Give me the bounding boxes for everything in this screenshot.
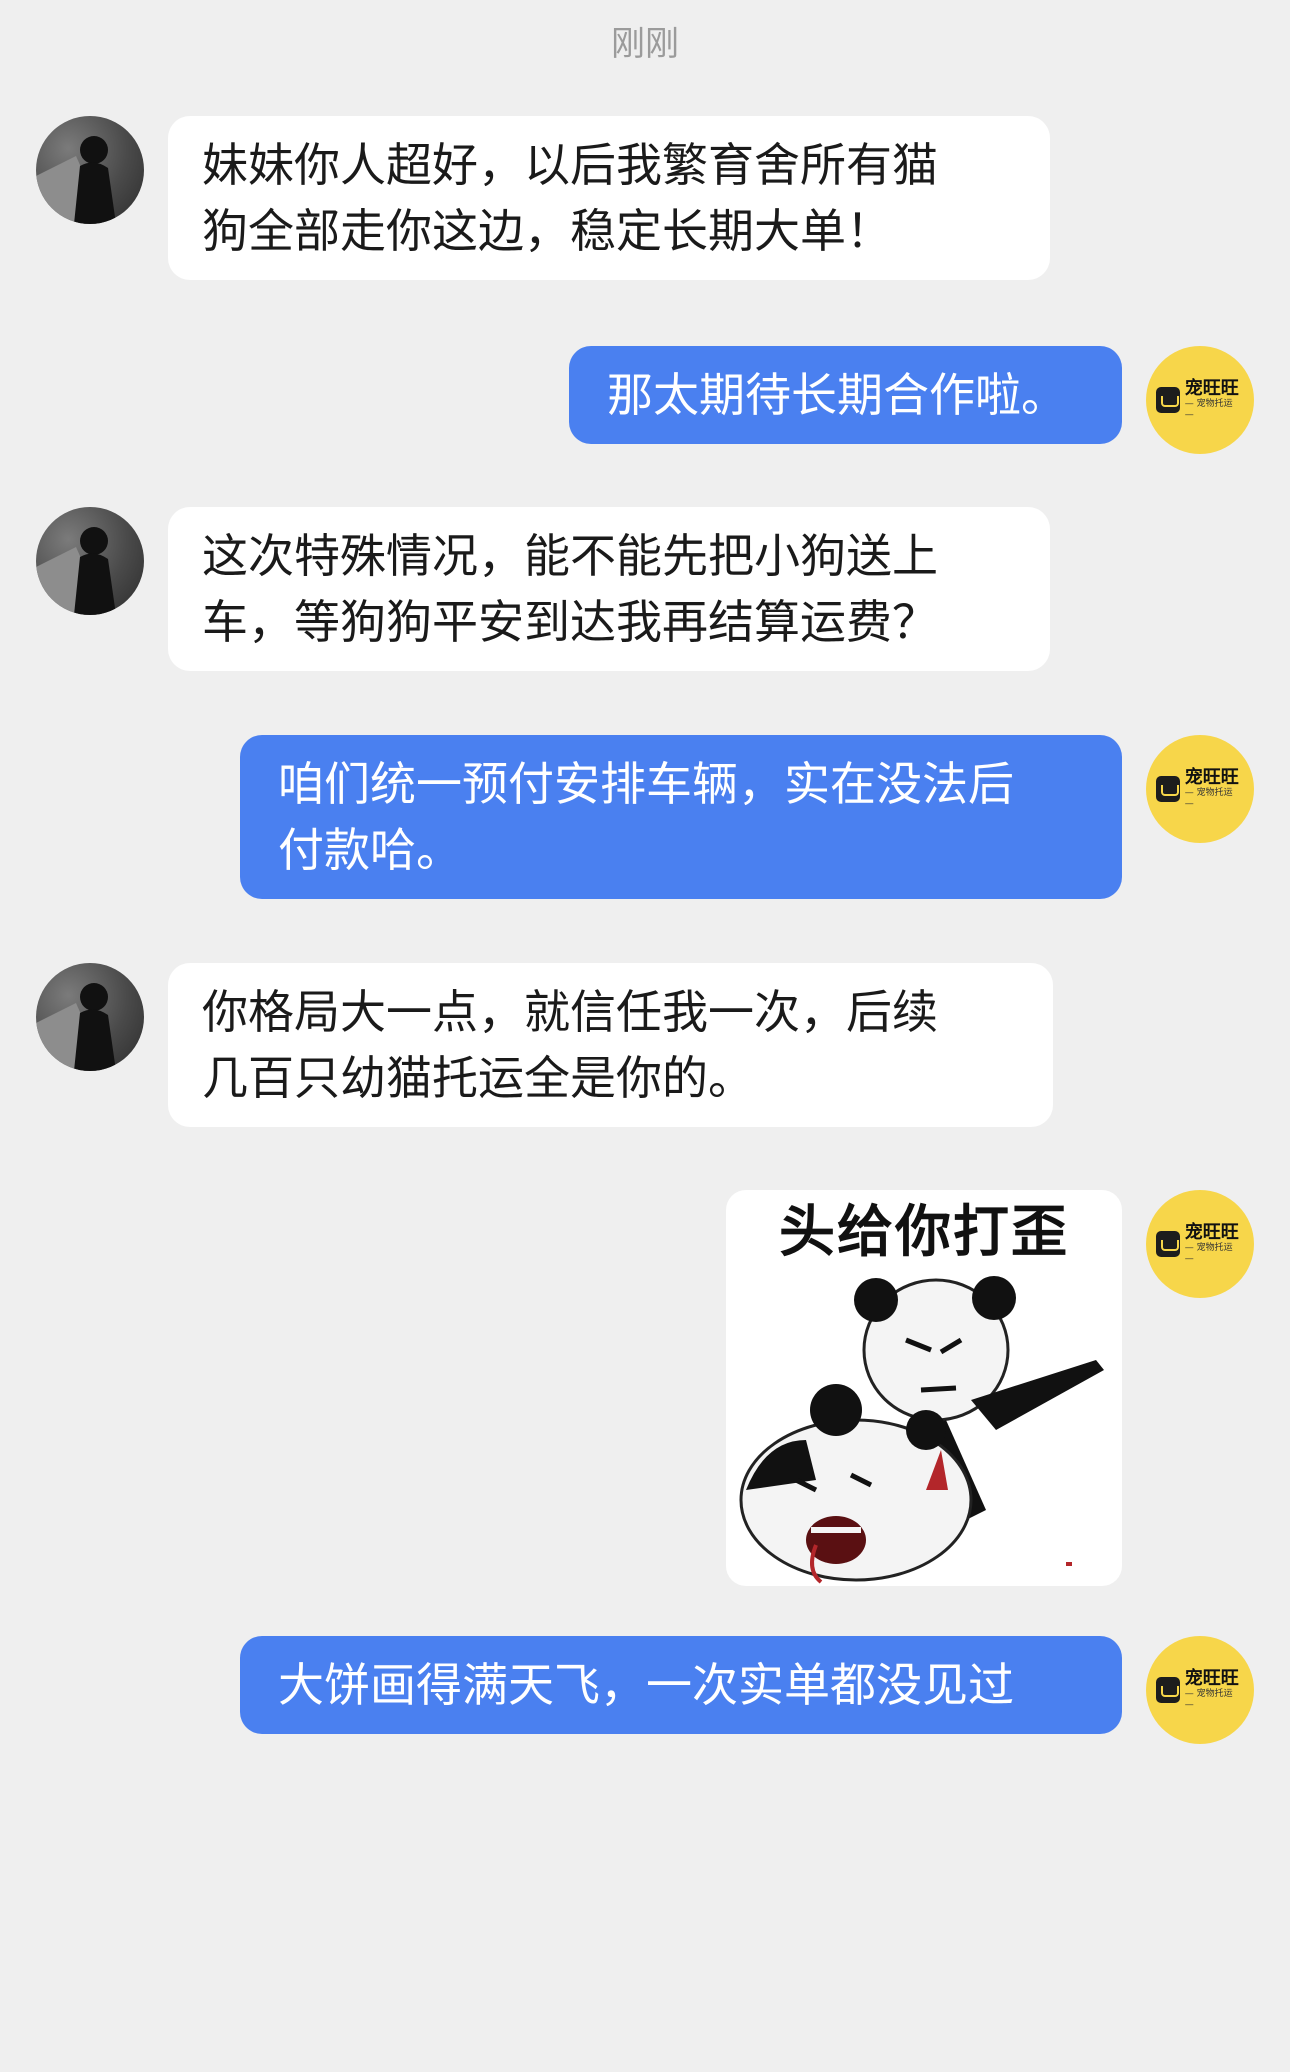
- cage-icon: [1156, 1231, 1180, 1257]
- message-line: 车，等狗狗平安到达我再结算运费？: [202, 595, 938, 649]
- logo-name: 宠旺旺: [1184, 1222, 1239, 1243]
- message-bubble-incoming[interactable]: 妹妹你人超好，以后我繁育舍所有猫 狗全部走你这边，稳定长期大单！: [168, 116, 1050, 280]
- message-line: 大饼画得满天飞，一次实单都没见过: [278, 1658, 1014, 1712]
- logo-name: 宠旺旺: [1184, 378, 1239, 399]
- cage-icon: [1156, 776, 1180, 802]
- cage-icon: [1156, 1677, 1180, 1703]
- logo-name: 宠旺旺: [1184, 767, 1239, 788]
- chat-timestamp: 刚刚: [611, 24, 679, 64]
- message-bubble-incoming[interactable]: 这次特殊情况，能不能先把小狗送上 车，等狗狗平安到达我再结算运费？: [168, 507, 1050, 671]
- message-line: 你格局大一点，就信任我一次，后续: [202, 985, 938, 1039]
- my-avatar[interactable]: 宠旺旺 — 宠物托运 —: [1146, 346, 1254, 454]
- meme-image-message[interactable]: 头给你打歪: [726, 1190, 1122, 1586]
- logo-tagline: — 宠物托运 —: [1184, 788, 1233, 809]
- peer-avatar[interactable]: [36, 963, 144, 1071]
- silhouette-avatar-icon: [36, 527, 116, 615]
- message-bubble-outgoing[interactable]: 那太期待长期合作啦。: [569, 346, 1122, 444]
- message-line: 那太期待长期合作啦。: [607, 368, 1067, 422]
- logo-tagline: — 宠物托运 —: [1184, 1243, 1233, 1264]
- message-bubble-outgoing[interactable]: 咱们统一预付安排车辆，实在没法后 付款哈。: [240, 735, 1122, 899]
- logo-tagline: — 宠物托运 —: [1184, 399, 1233, 420]
- peer-avatar[interactable]: [36, 116, 144, 224]
- message-bubble-outgoing[interactable]: 大饼画得满天飞，一次实单都没见过: [240, 1636, 1122, 1734]
- peer-avatar[interactable]: [36, 507, 144, 615]
- message-line: 几百只幼猫托运全是你的。: [202, 1051, 754, 1105]
- message-line: 狗全部走你这边，稳定长期大单！: [202, 204, 892, 258]
- message-line: 付款哈。: [278, 823, 462, 877]
- my-avatar[interactable]: 宠旺旺 — 宠物托运 —: [1146, 735, 1254, 843]
- my-avatar[interactable]: 宠旺旺 — 宠物托运 —: [1146, 1636, 1254, 1744]
- silhouette-avatar-icon: [36, 136, 116, 224]
- pet-shipping-logo: 宠旺旺 — 宠物托运 —: [1156, 1222, 1244, 1264]
- message-line: 妹妹你人超好，以后我繁育舍所有猫: [202, 138, 938, 192]
- pet-shipping-logo: 宠旺旺 — 宠物托运 —: [1156, 767, 1244, 809]
- message-line: 咱们统一预付安排车辆，实在没法后: [278, 757, 1014, 811]
- meme-caption: 头给你打歪: [779, 1200, 1069, 1265]
- silhouette-avatar-icon: [36, 983, 116, 1071]
- logo-name: 宠旺旺: [1184, 1668, 1239, 1689]
- message-bubble-incoming[interactable]: 你格局大一点，就信任我一次，后续 几百只幼猫托运全是你的。: [168, 963, 1053, 1127]
- message-line: 这次特殊情况，能不能先把小狗送上: [202, 529, 938, 583]
- logo-tagline: — 宠物托运 —: [1184, 1689, 1233, 1710]
- cage-icon: [1156, 387, 1180, 413]
- pet-shipping-logo: 宠旺旺 — 宠物托运 —: [1156, 1668, 1244, 1710]
- my-avatar[interactable]: 宠旺旺 — 宠物托运 —: [1146, 1190, 1254, 1298]
- pet-shipping-logo: 宠旺旺 — 宠物托运 —: [1156, 378, 1244, 420]
